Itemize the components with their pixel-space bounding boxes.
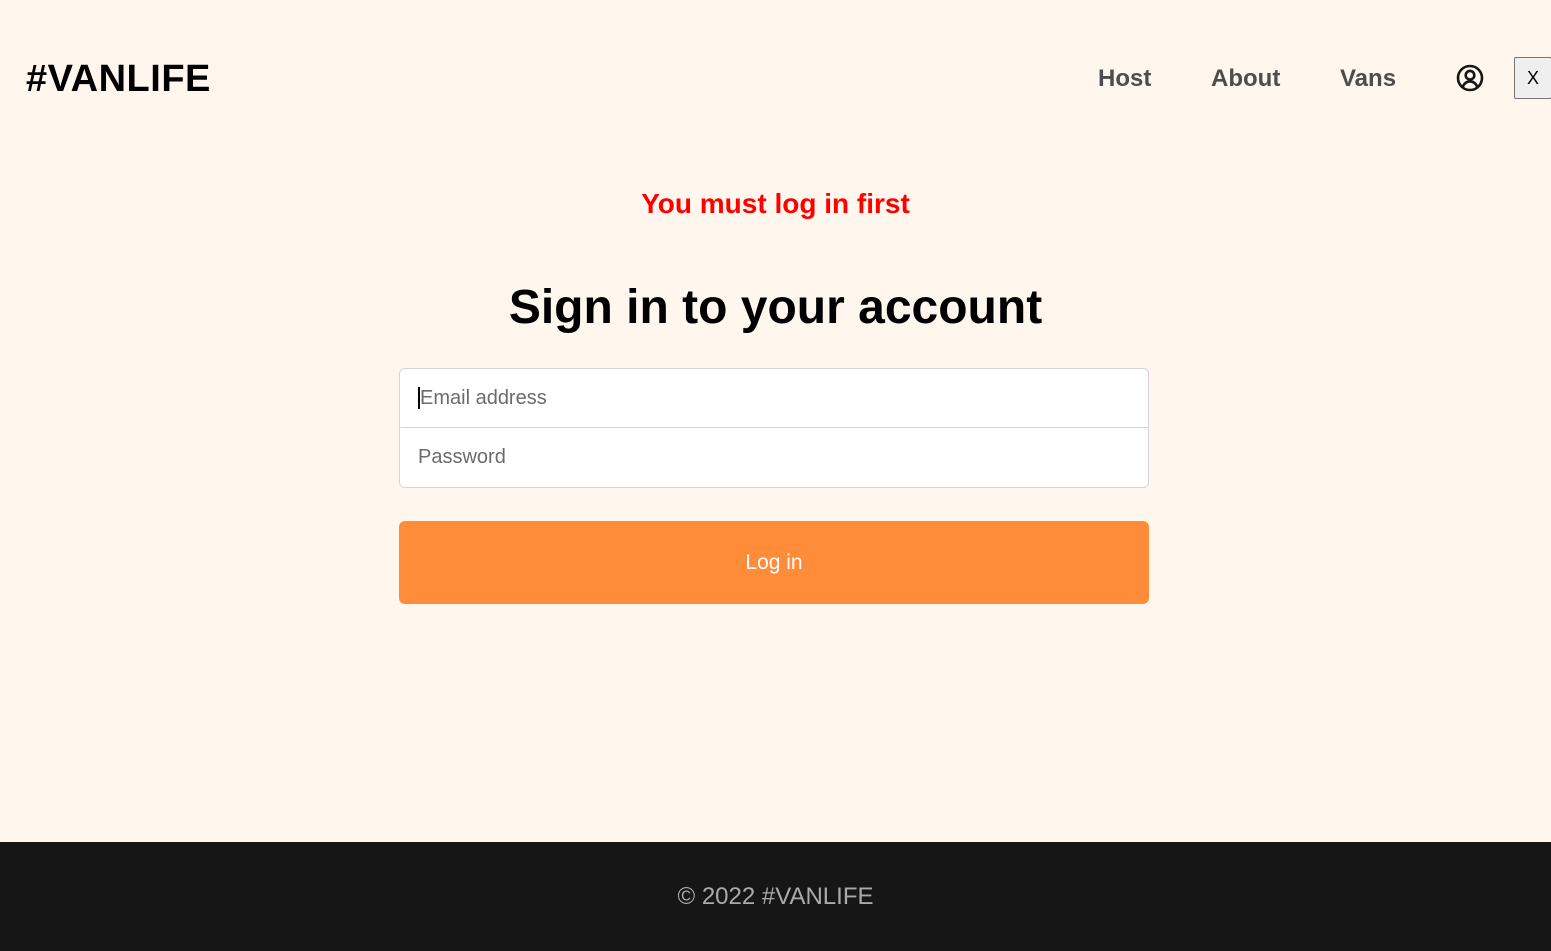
nav-link-host[interactable]: Host: [1098, 64, 1151, 94]
email-input[interactable]: [400, 369, 1148, 428]
page-title: Sign in to your account: [508, 281, 1043, 334]
site-header: #VANLIFE Host About Vans X: [0, 0, 1551, 158]
credentials-group: [399, 368, 1149, 488]
site-footer: © 2022 #VANLIFE: [0, 842, 1551, 951]
user-circle-icon[interactable]: [1455, 63, 1485, 93]
login-button[interactable]: Log in: [399, 521, 1149, 604]
logout-button[interactable]: X: [1514, 57, 1551, 99]
page: #VANLIFE Host About Vans X You must log …: [0, 0, 1551, 951]
text-caret: [418, 387, 420, 409]
site-logo[interactable]: #VANLIFE: [26, 56, 211, 102]
error-message: You must log in first: [641, 188, 910, 219]
nav-link-about[interactable]: About: [1211, 64, 1280, 94]
password-input[interactable]: [400, 428, 1148, 487]
footer-copyright: © 2022 #VANLIFE: [677, 883, 874, 910]
nav-link-vans[interactable]: Vans: [1340, 64, 1396, 94]
login-form: [399, 368, 1149, 488]
